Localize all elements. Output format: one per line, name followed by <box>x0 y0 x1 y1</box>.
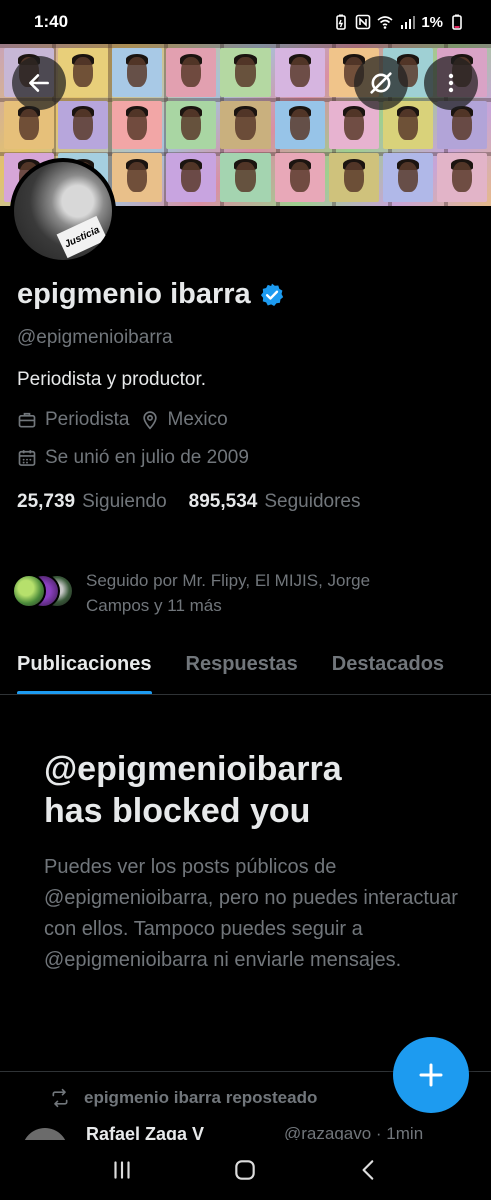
tab-destacados[interactable]: Destacados <box>315 640 461 694</box>
following-label: Siguiendo <box>82 491 167 512</box>
home-button[interactable] <box>215 1148 275 1192</box>
grok-icon <box>370 72 392 94</box>
followed-by-text: Seguido por Mr. Flipy, El MIJIS, Jorge C… <box>86 568 370 618</box>
joined-item: Se unió en julio de 2009 <box>17 447 249 469</box>
nfc-icon <box>356 14 371 30</box>
followers-count: 895,534 <box>188 491 258 512</box>
tab-respuestas[interactable]: Respuestas <box>169 640 315 694</box>
blocked-notice: @epigmenioibarra has blocked you Puedes … <box>44 748 464 976</box>
profile-info: epigmenio ibarra @epigmenioibarra Period… <box>17 278 477 513</box>
compose-button[interactable] <box>393 1037 469 1113</box>
followers-label: Seguidores <box>264 491 361 512</box>
arrow-left-icon <box>29 74 49 92</box>
profile-avatar[interactable]: Justicia <box>10 158 116 264</box>
battery-icon <box>452 14 462 30</box>
profile-bio: Periodista y productor. <box>17 369 207 390</box>
follow-counts: 25,739 Siguiendo 895,534 Seguidores <box>17 491 477 513</box>
system-back-button[interactable] <box>339 1148 399 1192</box>
home-icon <box>235 1160 256 1180</box>
blocked-title: @epigmenioibarra has blocked you <box>44 748 464 832</box>
repost-label: epigmenio ibarra reposteado <box>84 1088 318 1107</box>
avatar-stamp-text: Justicia <box>56 215 108 259</box>
name-row: epigmenio ibarra <box>17 278 477 311</box>
briefcase-icon <box>18 412 36 428</box>
profile-handle: @epigmenioibarra <box>17 327 173 348</box>
followed-by-row[interactable]: Seguido por Mr. Flipy, El MIJIS, Jorge C… <box>12 568 482 618</box>
active-tab-indicator <box>17 691 152 694</box>
status-icons: 1% <box>333 14 465 31</box>
verified-badge-icon[interactable] <box>259 282 285 308</box>
profile-meta: Periodista Mexico <box>17 409 477 431</box>
battery-percent: 1% <box>421 13 443 31</box>
status-time: 1:40 <box>34 12 69 31</box>
followers-link[interactable]: 895,534 Seguidores <box>189 491 361 513</box>
grok-button[interactable] <box>354 56 408 110</box>
repost-icon <box>52 1088 68 1108</box>
followed-by-line1: Seguido por Mr. Flipy, El MIJIS, Jorge <box>86 571 371 590</box>
following-count: 25,739 <box>17 491 76 512</box>
tab-publicaciones[interactable]: Publicaciones <box>0 640 169 694</box>
blocked-body: Puedes ver los posts públicos de @epigme… <box>44 856 458 971</box>
status-bar: 1:40 1% <box>0 0 491 44</box>
followed-by-line2: Campos y 11 más <box>86 596 222 615</box>
blocked-title-handle: @epigmenioibarra <box>44 750 342 788</box>
more-vertical-icon <box>448 73 454 93</box>
location-item: Mexico <box>140 409 228 431</box>
repost-indicator[interactable]: epigmenio ibarra reposteado <box>50 1088 317 1108</box>
blocked-title-text: has blocked you <box>44 792 311 830</box>
back-button[interactable] <box>12 56 66 110</box>
joined-row: Se unió en julio de 2009 <box>17 447 477 469</box>
joined-text: Se unió en julio de 2009 <box>45 447 249 468</box>
wifi-icon <box>377 16 393 29</box>
recent-apps-button[interactable] <box>92 1148 152 1192</box>
more-options-button[interactable] <box>424 56 478 110</box>
following-link[interactable]: 25,739 Siguiendo <box>17 491 167 513</box>
chevron-left-icon <box>362 1160 374 1180</box>
profession-item: Periodista <box>17 409 130 431</box>
profession-text: Periodista <box>45 409 130 430</box>
tab-label: Publicaciones <box>17 653 152 675</box>
tab-label: Destacados <box>331 653 445 675</box>
location-pin-icon <box>142 411 157 430</box>
profile-name: epigmenio ibarra <box>17 278 251 310</box>
system-nav-bar <box>0 1140 491 1200</box>
tab-label: Respuestas <box>185 653 298 675</box>
profile-tabs: Publicaciones Respuestas Destacados <box>0 640 491 695</box>
followed-by-avatars <box>12 574 76 610</box>
location-text: Mexico <box>167 409 228 430</box>
recent-apps-icon <box>114 1161 130 1179</box>
mini-avatar <box>12 574 46 608</box>
battery-saver-icon <box>336 14 347 30</box>
plus-icon <box>419 1063 443 1087</box>
signal-icon <box>401 16 416 29</box>
calendar-icon <box>18 450 36 466</box>
